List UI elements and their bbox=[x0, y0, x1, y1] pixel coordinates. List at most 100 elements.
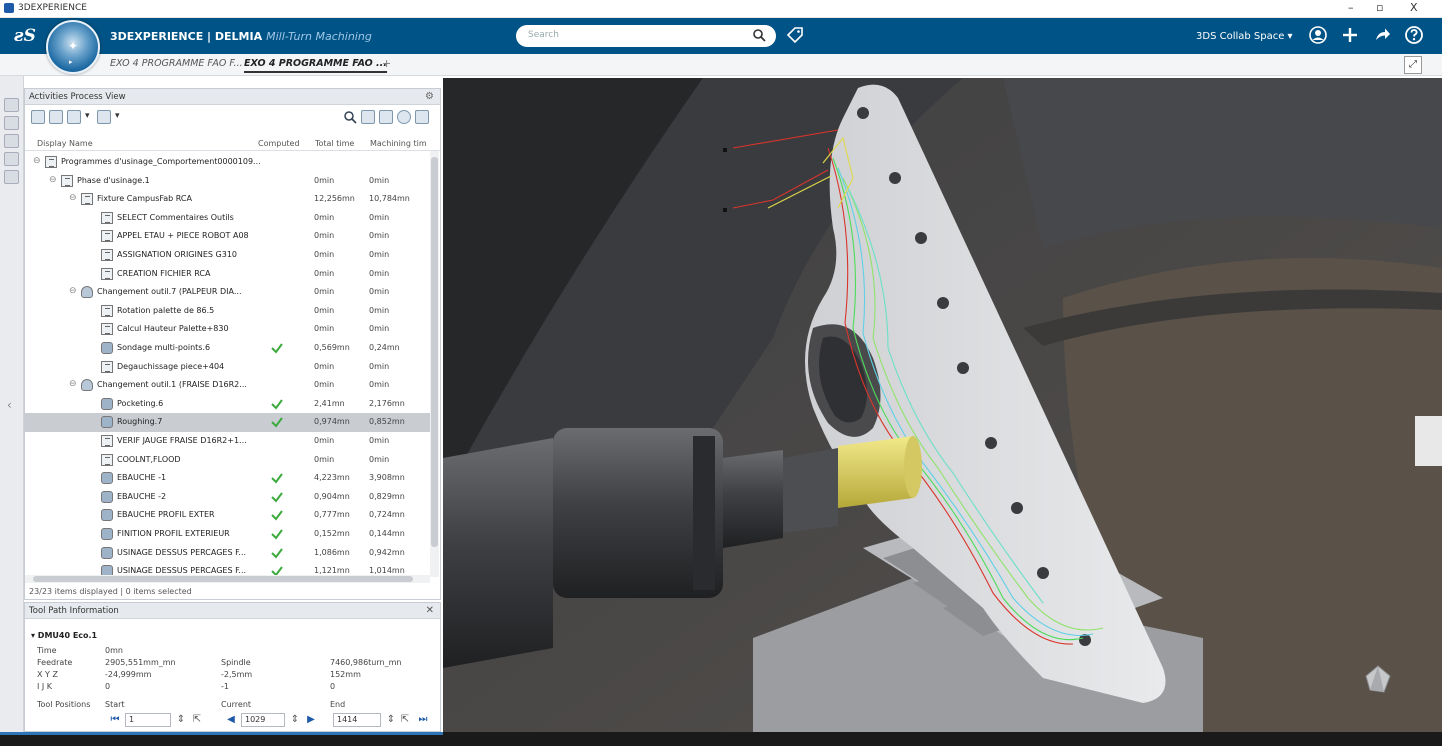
tree-row-label: EBAUCHE -1 bbox=[117, 473, 167, 483]
filter-dropdown-icon[interactable]: ▾ bbox=[115, 111, 120, 121]
maximize-button[interactable]: ▫ bbox=[1376, 1, 1383, 14]
xyz-label: X Y Z bbox=[37, 670, 58, 679]
ds-logo-icon[interactable]: ƨS bbox=[14, 26, 36, 46]
tree-row[interactable]: Pocketing.6 2,41mn 2,176mn bbox=[25, 395, 430, 414]
tree-view-icon[interactable] bbox=[31, 110, 45, 124]
tree-row[interactable]: APPEL ETAU + PIECE ROBOT A08 0min 0min bbox=[25, 227, 430, 246]
total-time-cell: 0min bbox=[314, 436, 335, 445]
strip-tree-icon[interactable] bbox=[4, 170, 19, 184]
vscroll-thumb[interactable] bbox=[431, 157, 438, 547]
minimize-button[interactable]: – bbox=[1348, 1, 1354, 14]
tree-row[interactable]: VERIF JAUGE FRAISE D16R2+1... 0min 0min bbox=[25, 432, 430, 451]
tree-row[interactable]: EBAUCHE PROFIL EXTER 0,777mn 0,724mn bbox=[25, 506, 430, 525]
strip-filter-icon[interactable] bbox=[4, 116, 19, 130]
list-view-icon[interactable] bbox=[49, 110, 63, 124]
expand-toggle-icon[interactable]: ⊖ bbox=[69, 379, 77, 389]
tree-row[interactable]: FINITION PROFIL EXTERIEUR 0,152mn 0,144mn bbox=[25, 525, 430, 544]
next-position-icon[interactable]: ▶ bbox=[305, 714, 317, 726]
tree-row[interactable]: Sondage multi-points.6 0,569mn 0,24mn bbox=[25, 339, 430, 358]
help-icon[interactable] bbox=[1404, 25, 1424, 45]
tree-row[interactable]: Calcul Hauteur Palette+830 0min 0min bbox=[25, 320, 430, 339]
view-dropdown-icon[interactable]: ▾ bbox=[85, 111, 90, 121]
current-stepper-icon[interactable]: ⇕ bbox=[289, 714, 301, 726]
document-icon bbox=[61, 174, 73, 187]
tab-programme-1[interactable]: EXO 4 PROGRAMME FAO F... bbox=[110, 58, 243, 69]
tag-icon[interactable] bbox=[786, 26, 804, 44]
strip-view-icon[interactable] bbox=[4, 98, 19, 112]
col-total-time[interactable]: Total time bbox=[315, 139, 354, 148]
document-icon bbox=[81, 193, 93, 206]
tree-row[interactable]: COOLNT,FLOOD 0min 0min bbox=[25, 451, 430, 470]
compass-glyph-icon: ✦ bbox=[67, 39, 79, 53]
previous-position-icon[interactable]: ◀ bbox=[225, 714, 237, 726]
collapse-panel-icon[interactable]: ‹ bbox=[7, 398, 12, 412]
computed-check-icon bbox=[271, 399, 283, 410]
close-icon[interactable]: ✕ bbox=[426, 605, 434, 616]
fullscreen-icon[interactable]: ⤢ bbox=[1404, 56, 1422, 74]
funnel-icon[interactable] bbox=[361, 110, 375, 124]
new-tab-button[interactable]: + bbox=[382, 57, 391, 70]
share-icon[interactable] bbox=[1372, 25, 1392, 45]
tree-row[interactable]: ⊖ Changement outil.7 (PALPEUR DIA... 0min 0… bbox=[25, 283, 430, 302]
expand-toggle-icon[interactable]: ⊖ bbox=[49, 175, 57, 185]
3d-viewport[interactable] bbox=[443, 78, 1442, 732]
current-position-field[interactable]: 1029 bbox=[241, 713, 285, 727]
filter-view-icon[interactable] bbox=[97, 110, 111, 124]
search-input[interactable]: Search bbox=[528, 30, 559, 40]
machining-scene[interactable] bbox=[443, 78, 1442, 732]
tree-row[interactable]: Rotation palette de 86.5 0min 0min bbox=[25, 302, 430, 321]
tree-row[interactable]: ASSIGNATION ORIGINES G310 0min 0min bbox=[25, 246, 430, 265]
add-icon[interactable] bbox=[1340, 25, 1360, 45]
expand-toggle-icon[interactable]: ⊖ bbox=[69, 193, 77, 203]
columns-icon[interactable] bbox=[415, 110, 429, 124]
tree-row[interactable]: Degauchissage piece+404 0min 0min bbox=[25, 358, 430, 377]
tree-row-label: Calcul Hauteur Palette+830 bbox=[117, 324, 229, 334]
col-machining-time[interactable]: Machining tim bbox=[370, 139, 427, 148]
machining-time-cell: 2,176mn bbox=[369, 398, 405, 408]
group-view-icon[interactable] bbox=[67, 110, 81, 124]
tree-row[interactable]: ⊖ Fixture CampusFab RCA 12,256mn 10,784mn bbox=[25, 190, 430, 209]
gear-icon[interactable]: ⚙ bbox=[425, 91, 434, 102]
tree-vertical-scrollbar[interactable] bbox=[430, 151, 439, 577]
search-box[interactable]: Search bbox=[516, 25, 776, 47]
strip-zoom-icon[interactable] bbox=[4, 134, 19, 148]
find-icon[interactable] bbox=[343, 110, 357, 124]
end-pointer-icon[interactable]: ⇱ bbox=[399, 714, 411, 726]
tree-row[interactable]: USINAGE DESSUS PERCAGES F... 1,121mn 1,014… bbox=[25, 562, 430, 575]
total-time-cell: 0min bbox=[314, 324, 335, 334]
strip-edit-icon[interactable] bbox=[4, 152, 19, 166]
tree-horizontal-scrollbar[interactable] bbox=[25, 575, 430, 583]
tree-row[interactable]: USINAGE DESSUS PERCAGES F... 1,086mn 0,942… bbox=[25, 544, 430, 563]
start-position-field[interactable]: 1 bbox=[125, 713, 171, 727]
tree-row[interactable]: SELECT Commentaires Outils 0min 0min bbox=[25, 209, 430, 228]
expand-toggle-icon[interactable]: ⊖ bbox=[33, 156, 41, 166]
hscroll-thumb[interactable] bbox=[33, 576, 413, 582]
compass-icon[interactable]: ✦ ▸ bbox=[46, 20, 100, 74]
tree-row[interactable]: ⊖ Programmes d'usinage_Comportement000010… bbox=[25, 153, 430, 172]
start-pointer-icon[interactable]: ⇱ bbox=[191, 714, 203, 726]
tree-row[interactable]: ⊖ Changement outil.1 (FRAISE D16R2... 0min… bbox=[25, 376, 430, 395]
sort-icon[interactable] bbox=[379, 110, 393, 124]
tree-row[interactable]: CREATION FICHIER RCA 0min 0min bbox=[25, 265, 430, 284]
machine-name[interactable]: ▾ DMU40 Eco.1 bbox=[31, 631, 97, 640]
close-window-button[interactable]: X bbox=[1410, 1, 1418, 14]
tab-programme-2[interactable]: EXO 4 PROGRAMME FAO ... bbox=[244, 58, 387, 73]
path-start-marker bbox=[723, 148, 727, 152]
first-position-icon[interactable]: ⏮ bbox=[109, 714, 121, 726]
settings-round-icon[interactable] bbox=[397, 110, 411, 124]
col-computed[interactable]: Computed bbox=[258, 139, 300, 148]
end-position-field[interactable]: 1414 bbox=[333, 713, 381, 727]
col-display-name[interactable]: Display Name bbox=[37, 139, 93, 148]
computed-check-icon bbox=[271, 473, 283, 484]
end-stepper-icon[interactable]: ⇕ bbox=[385, 714, 397, 726]
tree-row[interactable]: ⊖ Phase d'usinage.1 0min 0min bbox=[25, 172, 430, 191]
user-avatar-icon[interactable] bbox=[1308, 25, 1328, 45]
tree-row[interactable]: EBAUCHE -2 0,904mn 0,829mn bbox=[25, 488, 430, 507]
expand-toggle-icon[interactable]: ⊖ bbox=[69, 286, 77, 296]
search-icon[interactable] bbox=[752, 28, 766, 42]
tree-row[interactable]: Roughing.7 0,974mn 0,852mn bbox=[25, 413, 430, 432]
collab-space-selector[interactable]: 3DS Collab Space ▾ bbox=[1196, 31, 1293, 42]
tree-row[interactable]: EBAUCHE -1 4,223mn 3,908mn bbox=[25, 469, 430, 488]
last-position-icon[interactable]: ⏭ bbox=[417, 714, 429, 726]
start-stepper-icon[interactable]: ⇕ bbox=[175, 714, 187, 726]
